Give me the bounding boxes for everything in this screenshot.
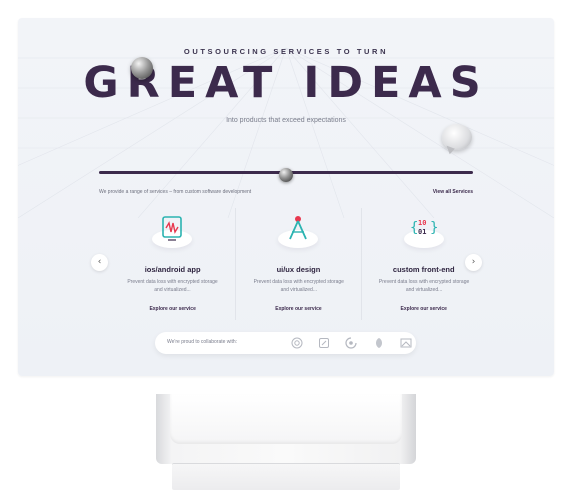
explore-service-link[interactable]: Explore our service [236,306,360,312]
monitor-stand-inner [170,394,402,444]
carousel-prev-button[interactable]: ‹ [91,254,108,271]
service-card: { } 10 01 custom front-end Prevent data … [360,208,486,320]
svg-text:10: 10 [418,219,426,227]
service-card: ui/ux design Prevent data loss with encr… [235,208,360,320]
partner-logo-1-icon [291,337,303,349]
explore-service-link[interactable]: Explore our service [362,306,486,312]
monitor-screen: OUTSOURCING SERVICES TO TURN GREAT IDEAS… [18,18,554,376]
partner-logo-4-icon [376,338,382,348]
service-title: ui/ux design [276,265,321,274]
binary-code-icon: { } 10 01 [402,208,446,256]
partner-logo-2-icon [319,338,329,348]
partner-logo-3-icon [345,337,357,349]
partners-bar: We're proud to collaborate with: [155,332,416,354]
service-title: ios/android app [144,265,201,274]
view-all-services-link[interactable]: View all Services [433,189,473,195]
service-title: custom front-end [392,265,455,274]
explore-service-link[interactable]: Explore our service [110,306,235,312]
svg-text:}: } [430,220,438,236]
partner-logo-5-icon [400,338,412,348]
hero-eyebrow: OUTSOURCING SERVICES TO TURN [183,47,389,56]
svg-text:01: 01 [418,228,426,236]
monitor-stand-base [172,464,400,490]
mobile-app-icon [150,208,194,256]
decorative-knob-icon [279,168,293,182]
compass-design-icon [276,208,320,256]
service-card: ios/android app Prevent data loss with e… [110,208,235,320]
hero-headline: GREAT IDEAS [83,58,489,108]
service-description: Prevent data loss with encrypted storage… [127,279,218,293]
monitor-mockup: OUTSOURCING SERVICES TO TURN GREAT IDEAS… [0,0,572,490]
services-intro: We provide a range of services – from cu… [99,189,252,195]
services-carousel: ios/android app Prevent data loss with e… [110,208,486,320]
decorative-sphere-icon [131,57,153,79]
service-description: Prevent data loss with encrypted storage… [378,279,470,293]
service-description: Prevent data loss with encrypted storage… [253,279,344,293]
speech-bubble-icon [442,124,472,150]
hero-tagline: Into products that exceed expectations [226,117,346,124]
partners-label: We're proud to collaborate with: [167,339,238,345]
